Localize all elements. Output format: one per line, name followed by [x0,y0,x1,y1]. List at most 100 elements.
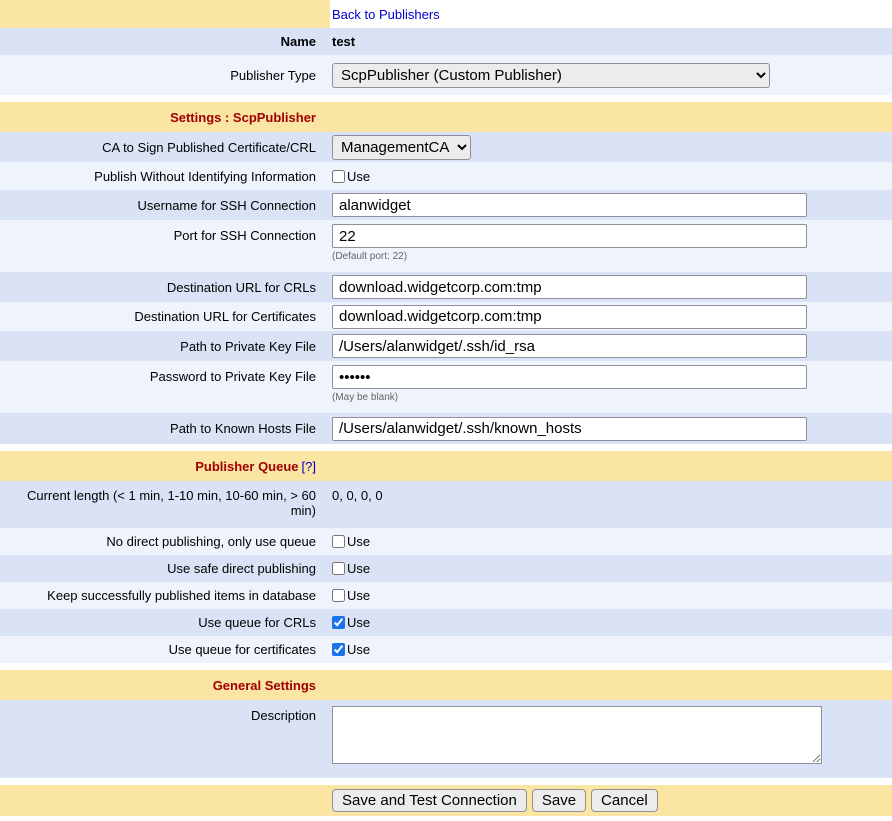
ca-sign-select[interactable]: ManagementCA [332,135,471,160]
settings-section-title: Settings : ScpPublisher [170,110,316,125]
description-field-cell [330,700,892,778]
cert-url-field-cell [330,302,892,331]
crl-url-input[interactable] [332,275,807,299]
queue-length-value: 0, 0, 0, 0 [332,488,383,503]
row-queue-crls: Use queue for CRLs Use [0,609,892,636]
settings-section-header: Settings : ScpPublisher [0,102,892,132]
publisher-type-label: Publisher Type [230,68,316,83]
ssh-port-hint: (Default port: 22) [332,251,407,262]
ssh-username-field-cell [330,190,892,220]
back-to-publishers-link[interactable]: Back to Publishers [332,7,440,22]
crl-url-field-cell [330,272,892,302]
private-key-label-cell: Path to Private Key File [0,331,330,361]
private-key-field-cell [330,331,892,361]
cert-url-label: Destination URL for Certificates [134,309,316,324]
safe-direct-label: Use safe direct publishing [167,561,316,576]
row-ca-sign: CA to Sign Published Certificate/CRL Man… [0,132,892,162]
footer-buttons-cell: Save and Test Connection Save Cancel [330,785,892,816]
cert-url-input[interactable] [332,305,807,329]
section-gap [0,778,892,785]
password-label-cell: Password to Private Key File [0,361,330,413]
cert-url-label-cell: Destination URL for Certificates [0,302,330,331]
queue-help-link[interactable]: [?] [302,459,316,474]
ssh-port-input[interactable] [332,224,807,248]
private-key-label: Path to Private Key File [180,339,316,354]
row-ssh-username: Username for SSH Connection [0,190,892,220]
general-section-header: General Settings [0,670,892,700]
queue-certs-use-label[interactable]: Use [332,642,370,657]
description-label-cell: Description [0,700,330,778]
queue-crls-label: Use queue for CRLs [198,615,316,630]
anonymous-field-cell: Use [330,162,892,190]
queue-section-title: Publisher Queue [195,459,298,474]
queue-crls-label-cell: Use queue for CRLs [0,609,330,636]
cancel-button[interactable]: Cancel [591,789,658,812]
ssh-username-label: Username for SSH Connection [138,198,316,213]
safe-direct-checkbox[interactable] [332,562,345,575]
footer-spacer [0,785,330,816]
password-field-cell: (May be blank) [330,361,892,413]
queue-certs-checkbox[interactable] [332,643,345,656]
row-private-key: Path to Private Key File [0,331,892,361]
keep-in-db-checkbox[interactable] [332,589,345,602]
anonymous-label: Publish Without Identifying Information [94,169,316,184]
row-ssh-port: Port for SSH Connection (Default port: 2… [0,220,892,272]
crl-url-label: Destination URL for CRLs [167,280,316,295]
queue-crls-field-cell: Use [330,609,892,636]
queue-length-label: Current length (< 1 min, 1-10 min, 10-60… [8,488,316,518]
anonymous-checkbox[interactable] [332,170,345,183]
save-and-test-button[interactable]: Save and Test Connection [332,789,527,812]
row-queue-length: Current length (< 1 min, 1-10 min, 10-60… [0,481,892,528]
row-publisher-type: Publisher Type ScpPublisher (Custom Publ… [0,55,892,95]
publisher-type-field-cell: ScpPublisher (Custom Publisher) [330,55,892,95]
queue-certs-field-cell: Use [330,636,892,663]
save-button[interactable]: Save [532,789,586,812]
row-name: Name test [0,28,892,55]
publisher-edit-page: Back to Publishers Name test Publisher T… [0,0,892,816]
anonymous-use-label[interactable]: Use [332,169,370,184]
ssh-port-label-cell: Port for SSH Connection [0,220,330,272]
only-queue-field-cell: Use [330,528,892,555]
queue-certs-label: Use queue for certificates [169,642,316,657]
only-queue-checkbox[interactable] [332,535,345,548]
row-private-key-password: Password to Private Key File (May be bla… [0,361,892,413]
description-textarea[interactable] [332,706,822,764]
row-description: Description [0,700,892,778]
settings-title-cell: Settings : ScpPublisher [0,102,330,132]
publisher-type-label-cell: Publisher Type [0,55,330,95]
safe-direct-use-label[interactable]: Use [332,561,370,576]
only-queue-label-cell: No direct publishing, only use queue [0,528,330,555]
queue-header-spacer [330,451,892,481]
safe-direct-field-cell: Use [330,555,892,582]
general-header-spacer [330,670,892,700]
section-gap [0,444,892,451]
safe-direct-label-cell: Use safe direct publishing [0,555,330,582]
queue-length-label-cell: Current length (< 1 min, 1-10 min, 10-60… [0,481,330,528]
section-gap [0,95,892,102]
back-row-field: Back to Publishers [330,0,892,28]
keep-in-db-field-cell: Use [330,582,892,609]
private-key-input[interactable] [332,334,807,358]
name-label-cell: Name [0,28,330,55]
known-hosts-label-cell: Path to Known Hosts File [0,413,330,444]
ssh-username-input[interactable] [332,193,807,217]
queue-section-header: Publisher Queue [?] [0,451,892,481]
safe-direct-use-text: Use [347,561,370,576]
row-cert-url: Destination URL for Certificates [0,302,892,331]
row-queue-certs: Use queue for certificates Use [0,636,892,663]
only-queue-use-label[interactable]: Use [332,534,370,549]
settings-header-spacer [330,102,892,132]
ssh-username-label-cell: Username for SSH Connection [0,190,330,220]
row-back-link: Back to Publishers [0,0,892,28]
password-input[interactable] [332,365,807,389]
publisher-type-select[interactable]: ScpPublisher (Custom Publisher) [332,63,770,88]
known-hosts-input[interactable] [332,417,807,441]
ca-sign-label-cell: CA to Sign Published Certificate/CRL [0,132,330,162]
queue-crls-use-label[interactable]: Use [332,615,370,630]
name-value: test [332,34,355,49]
queue-crls-checkbox[interactable] [332,616,345,629]
keep-in-db-use-label[interactable]: Use [332,588,370,603]
row-known-hosts: Path to Known Hosts File [0,413,892,444]
only-queue-use-text: Use [347,534,370,549]
description-label: Description [251,708,316,723]
